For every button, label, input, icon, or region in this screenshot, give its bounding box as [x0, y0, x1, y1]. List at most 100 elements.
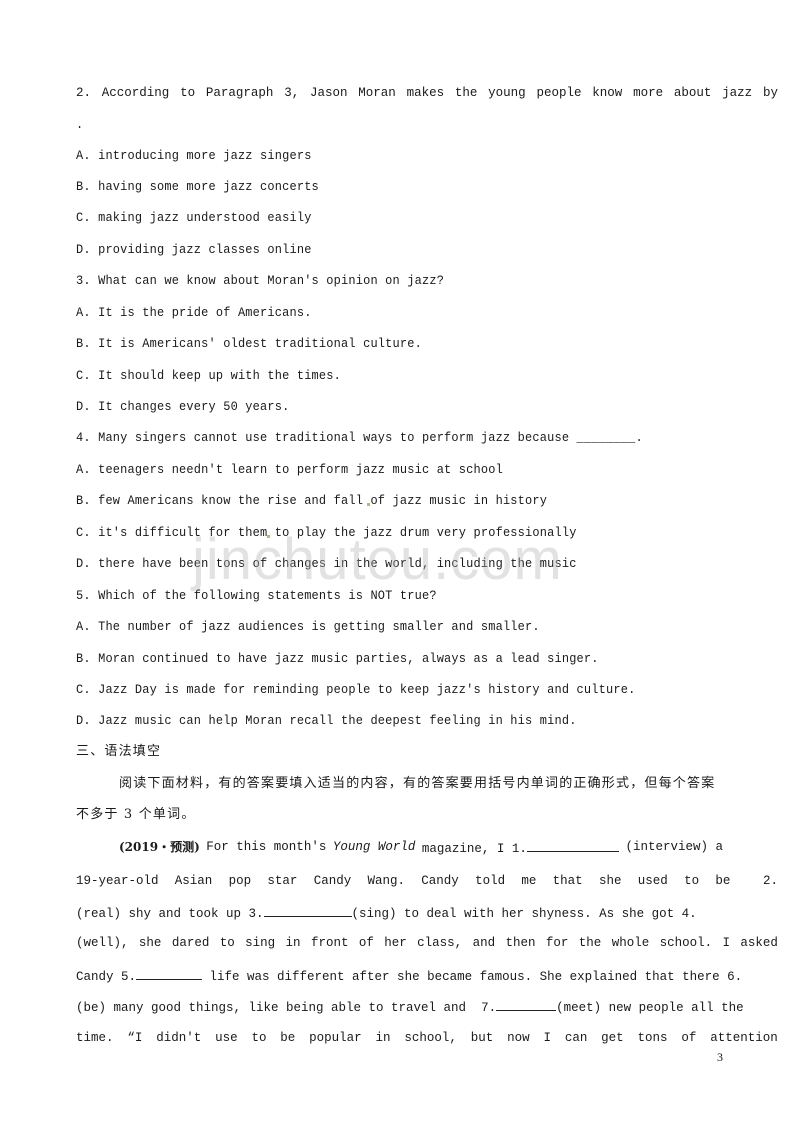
passage-word: can	[564, 1031, 588, 1045]
passage-line-3: (real) shy and took up 3. (sing) to deal …	[76, 904, 778, 922]
question-3-option-d: D. It changes every 50 years.	[76, 399, 290, 414]
passage-line-4: (well), she dared to sing in front of her class, a…	[76, 935, 778, 951]
passage-word: me	[521, 874, 537, 888]
question-3-option-a: A. It is the pride of Americans.	[76, 305, 312, 320]
passage-word: be	[280, 1031, 296, 1045]
passage-word: in	[285, 936, 301, 950]
passage-word: front	[310, 936, 349, 950]
question-2-option-d: D. providing jazz classes online	[76, 242, 312, 257]
magazine-title: Young World	[332, 840, 416, 854]
passage-word: 2.	[762, 874, 778, 888]
stem-word: 2.	[76, 86, 92, 100]
question-2-stem-continuation: .	[76, 117, 84, 132]
stem-word: by	[762, 86, 778, 100]
passage-text: Candy 5. life was different after she be…	[76, 967, 742, 985]
stem-word: Jason	[309, 86, 348, 100]
passage-text: magazine, I 1.	[422, 839, 619, 857]
stem-word: the	[454, 86, 478, 100]
highlight-mark	[267, 535, 270, 538]
source-tag: (2019・预测)	[119, 840, 200, 854]
passage-text: For this month's	[206, 840, 327, 854]
question-2-option-b: B. having some more jazz concerts	[76, 179, 319, 194]
page-number: 3	[717, 1050, 723, 1064]
passage-word: to	[219, 936, 235, 950]
question-3-stem: 3. What can we know about Moran's opinio…	[76, 273, 445, 288]
question-5-option-d: D. Jazz music can help Moran recall the …	[76, 713, 577, 728]
passage-line-6: (be) many good things, like being able t…	[76, 998, 778, 1016]
passage-word: tons	[637, 1031, 668, 1045]
stem-word: Paragraph	[205, 86, 274, 100]
passage-word: to	[684, 874, 700, 888]
passage-word: whole	[611, 936, 650, 950]
passage-word: that	[552, 874, 583, 888]
passage-word: I	[543, 1031, 551, 1045]
passage-word: pop	[228, 874, 252, 888]
section-heading: 三、语法填空	[76, 744, 162, 759]
passage-word: didn't	[156, 1031, 202, 1045]
question-2-option-c: C. making jazz understood easily	[76, 210, 312, 225]
highlight-mark	[367, 503, 370, 506]
passage-word: but	[470, 1031, 494, 1045]
stem-word: about	[673, 86, 712, 100]
stem-word: young	[488, 86, 526, 100]
passage-word: school.	[659, 936, 713, 950]
passage-word: (well),	[76, 936, 129, 950]
passage-line-7: time. “I didn't use to be popular in school, but n…	[76, 1030, 778, 1046]
stem-word: According	[101, 86, 170, 100]
question-5-option-c: C. Jazz Day is made for reminding people…	[76, 682, 636, 697]
document-page: 2. According to Paragraph 3, Jason Moran makes t…	[0, 0, 800, 1132]
passage-word: sing	[245, 936, 276, 950]
section-instruction-line-2: 不多于 3 个单词。	[76, 807, 196, 822]
passage-word: the	[578, 936, 602, 950]
question-4-option-b: B. few Americans know the rise and fall …	[76, 493, 548, 508]
passage-word: to	[251, 1031, 267, 1045]
passage-word: she	[598, 874, 622, 888]
question-5-option-a: A. The number of jazz audiences is getti…	[76, 619, 540, 634]
passage-word: I	[722, 936, 731, 950]
passage-word: and	[472, 936, 496, 950]
passage-word: dared	[171, 936, 210, 950]
passage-word: Wang.	[367, 874, 405, 888]
passage-text: (real) shy and took up 3. (sing) to deal …	[76, 904, 697, 922]
passage-word: 19-year-old	[76, 874, 159, 888]
passage-word: asked	[740, 936, 778, 950]
question-2-stem: 2. According to Paragraph 3, Jason Moran makes t…	[76, 85, 778, 101]
passage-word: in	[375, 1031, 391, 1045]
passage-word: Candy	[313, 874, 352, 888]
answer-blank-7[interactable]	[496, 998, 557, 1011]
question-5-option-b: B. Moran continued to have jazz music pa…	[76, 651, 599, 666]
passage-word: attention	[710, 1031, 778, 1045]
passage-word: be	[715, 874, 731, 888]
stem-word: jazz	[722, 86, 753, 100]
passage-word: of	[358, 936, 374, 950]
stem-word: know	[592, 86, 623, 100]
question-4-stem: 4. Many singers cannot use traditional w…	[76, 430, 643, 445]
passage-text: (be) many good things, like being able t…	[76, 998, 744, 1016]
passage-word: class,	[417, 936, 463, 950]
stem-word: more	[633, 86, 664, 100]
passage-line-5: Candy 5. life was different after she be…	[76, 967, 778, 985]
question-4-option-d: D. there have been tons of changes in th…	[76, 556, 577, 571]
question-3-option-c: C. It should keep up with the times.	[76, 368, 342, 383]
passage-word: she	[138, 936, 162, 950]
passage-line-2: 19-year-old Asian pop star Candy Wang. Candy to…	[76, 873, 778, 889]
passage-word: Asian	[174, 874, 213, 888]
passage-word: now	[507, 1031, 530, 1045]
question-2-option-a: A. introducing more jazz singers	[76, 148, 312, 163]
passage-line-1: (2019・预测) For this month's Young World m…	[119, 839, 723, 857]
stem-word: to	[180, 86, 196, 100]
question-3-option-b: B. It is Americans' oldest traditional c…	[76, 336, 422, 351]
stem-word: makes	[406, 86, 445, 100]
passage-word: her	[384, 936, 407, 950]
passage-word: popular	[309, 1031, 362, 1045]
passage-word: get	[601, 1031, 624, 1045]
passage-word: of	[681, 1031, 697, 1045]
passage-word: time.	[76, 1031, 114, 1045]
answer-blank-3[interactable]	[263, 904, 352, 917]
answer-blank-5[interactable]	[136, 967, 203, 980]
question-4-option-c: C. it's difficult for them to play the j…	[76, 525, 577, 540]
passage-word: star	[267, 874, 298, 888]
passage-word: Candy	[421, 874, 459, 888]
answer-blank-1[interactable]	[526, 839, 619, 852]
stem-word: people	[536, 86, 582, 100]
